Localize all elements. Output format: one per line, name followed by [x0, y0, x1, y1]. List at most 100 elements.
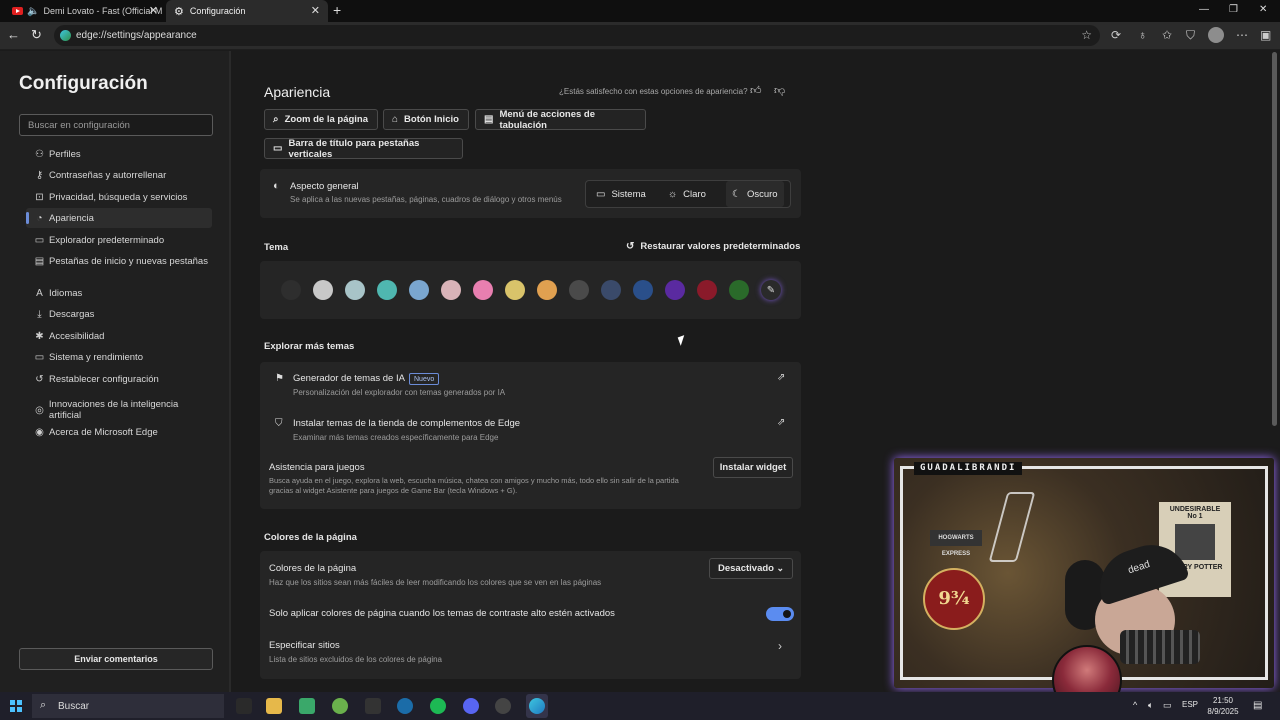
custom-color-picker-icon[interactable]: ✎: [761, 280, 781, 300]
theme-swatch[interactable]: [281, 280, 301, 300]
tab-settings[interactable]: ⚙ Configuración ✕: [166, 0, 328, 22]
sidebar-item-profiles[interactable]: ⚇ Perfiles: [26, 144, 212, 164]
send-feedback-button[interactable]: Enviar comentarios: [19, 648, 213, 670]
external-link-icon[interactable]: ⇗: [777, 417, 785, 428]
appearance-option-light[interactable]: ☼ Claro: [668, 181, 706, 207]
tab-actions-menu-link[interactable]: ▤ Menú de acciones de tabulación: [475, 109, 646, 131]
more-icon[interactable]: ⋯: [1236, 28, 1248, 42]
sidebar-toggle-icon[interactable]: ▣: [1260, 28, 1271, 42]
gear-icon: ⚙: [174, 5, 184, 18]
minecraft-icon[interactable]: [299, 698, 315, 714]
back-button[interactable]: ←: [7, 27, 20, 42]
sidebar-item-accessibility[interactable]: ✱ Accesibilidad: [26, 326, 212, 346]
external-link-icon[interactable]: ⇗: [777, 372, 785, 383]
windows-start-icon[interactable]: [10, 700, 22, 712]
tab-label: Demi Lovato - Fast (Official M: [43, 6, 163, 16]
minimize-button[interactable]: —: [1199, 4, 1209, 15]
contrast-icon: ◐: [273, 180, 280, 192]
theme-swatch[interactable]: [537, 280, 557, 300]
theme-swatch[interactable]: [409, 280, 429, 300]
close-window-button[interactable]: ✕: [1259, 4, 1267, 15]
favorites-icon[interactable]: ✩: [1162, 28, 1172, 42]
browser-icon: ▭: [34, 234, 45, 246]
tab-youtube[interactable]: 🔈 Demi Lovato - Fast (Official M ✕: [4, 0, 166, 22]
specify-sites-title[interactable]: Especificar sitios: [269, 640, 340, 651]
scrollbar-thumb[interactable]: [1272, 52, 1277, 426]
taskbar-search[interactable]: ⌕ Buscar: [32, 694, 224, 718]
file-explorer-icon[interactable]: [266, 698, 282, 714]
close-tab-icon[interactable]: ✕: [149, 4, 158, 17]
volume-icon[interactable]: 🔈︎: [1148, 700, 1153, 711]
store-themes-title[interactable]: Instalar temas de la tienda de complemen…: [293, 418, 520, 429]
theme-swatch[interactable]: [441, 280, 461, 300]
theme-swatch[interactable]: [377, 280, 397, 300]
titlebar-icon: ▭: [273, 143, 283, 154]
theme-swatch[interactable]: [313, 280, 333, 300]
sidebar-item-downloads[interactable]: ⤓ Descargas: [26, 304, 212, 324]
restore-defaults-button[interactable]: ↺ Restaurar valores predeterminados: [626, 241, 800, 252]
theme-swatch[interactable]: [729, 280, 749, 300]
chevron-right-icon[interactable]: ›: [778, 639, 782, 653]
sidebar-item-start-tabs[interactable]: ▤ Pestañas de inicio y nuevas pestañas: [26, 251, 212, 271]
vertical-tabs-titlebar-link[interactable]: ▭ Barra de título para pestañas verticale…: [264, 138, 463, 160]
theme-heading: Tema: [264, 242, 289, 253]
page-colors-dropdown[interactable]: Desactivado ⌄: [709, 558, 793, 579]
taskbar-clock[interactable]: 21:50 8/9/2025: [1200, 695, 1246, 717]
sidebar-item-reset[interactable]: ↺ Restablecer configuración: [26, 369, 212, 389]
language-indicator[interactable]: ESP: [1182, 700, 1198, 709]
edge-taskbar-button[interactable]: [526, 694, 548, 718]
theme-swatch[interactable]: [697, 280, 717, 300]
store-icon: ⛉: [275, 418, 283, 429]
appearance-option-system[interactable]: ▭ Sistema: [596, 181, 646, 207]
shield-icon[interactable]: ⛉: [1186, 28, 1195, 43]
sidebar-item-ai[interactable]: ◎ Innovaciones de la inteligencia artific…: [26, 399, 212, 421]
discord-icon[interactable]: [463, 698, 479, 714]
sidebar-item-privacy[interactable]: ⊡ Privacidad, búsqueda y servicios: [26, 187, 212, 207]
spotify-icon[interactable]: [430, 698, 446, 714]
speaker-icon[interactable]: 🔈: [27, 6, 39, 17]
theme-swatch[interactable]: [473, 280, 493, 300]
obs-icon[interactable]: [495, 698, 511, 714]
profile-avatar[interactable]: [1208, 27, 1224, 43]
extensions-icon[interactable]: ⟳: [1111, 28, 1121, 42]
home-button-link[interactable]: ⌂ Botón Inicio: [383, 109, 469, 130]
settings-sidebar: Configuración Buscar en configuración ⚇ P…: [0, 51, 229, 692]
sidebar-item-default-browser[interactable]: ▭ Explorador predeterminado: [26, 230, 212, 250]
thumbs-down-icon[interactable]: 👎︎: [774, 84, 785, 97]
appearance-option-dark[interactable]: ☾ Oscuro: [726, 181, 784, 207]
theme-swatch[interactable]: [345, 280, 365, 300]
sidebar-item-passwords[interactable]: ⚷ Contraseñas y autorrellenar: [26, 165, 212, 185]
zoom-link-button[interactable]: ⌕ Zoom de la página: [264, 109, 378, 130]
favorite-star-icon[interactable]: ☆: [1081, 28, 1092, 42]
theme-swatch[interactable]: [665, 280, 685, 300]
install-widget-button[interactable]: Instalar widget: [713, 457, 793, 478]
option-label: Claro: [683, 188, 706, 200]
high-contrast-toggle[interactable]: [766, 607, 794, 621]
tray-chevron-icon[interactable]: ^: [1133, 700, 1137, 710]
address-bar[interactable]: edge://settings/appearance ☆: [54, 25, 1100, 46]
ai-theme-generator-title[interactable]: Generador de temas de IA: [293, 373, 405, 384]
notifications-icon[interactable]: ▤: [1253, 700, 1262, 711]
settings-search-input[interactable]: Buscar en configuración: [19, 114, 213, 136]
close-tab-icon[interactable]: ✕: [311, 4, 320, 17]
sidebar-item-languages[interactable]: A Idiomas: [26, 283, 212, 303]
sidebar-item-about[interactable]: ◉ Acerca de Microsoft Edge: [26, 422, 212, 442]
refresh-button[interactable]: ↻: [31, 27, 42, 43]
sidebar-item-system[interactable]: ▭ Sistema y rendimiento: [26, 347, 212, 367]
theme-swatch[interactable]: [505, 280, 525, 300]
network-icon[interactable]: ▭: [1163, 700, 1172, 711]
steam-icon[interactable]: [397, 698, 413, 714]
wallet-icon[interactable]: ♁: [1138, 28, 1147, 42]
theme-swatch[interactable]: [569, 280, 589, 300]
epic-games-icon[interactable]: [365, 698, 381, 714]
dropdown-value: Desactivado: [718, 563, 774, 574]
theme-swatch[interactable]: [633, 280, 653, 300]
new-tab-button[interactable]: +: [333, 2, 341, 18]
thumbs-up-icon[interactable]: 👍︎: [750, 84, 762, 97]
xbox-icon[interactable]: [332, 698, 348, 714]
restore-button[interactable]: ❐: [1229, 4, 1238, 15]
pill-label: Zoom de la página: [284, 114, 369, 125]
task-view-icon[interactable]: [236, 698, 252, 714]
theme-swatch[interactable]: [601, 280, 621, 300]
sidebar-item-appearance[interactable]: ◔ Apariencia: [26, 208, 212, 228]
